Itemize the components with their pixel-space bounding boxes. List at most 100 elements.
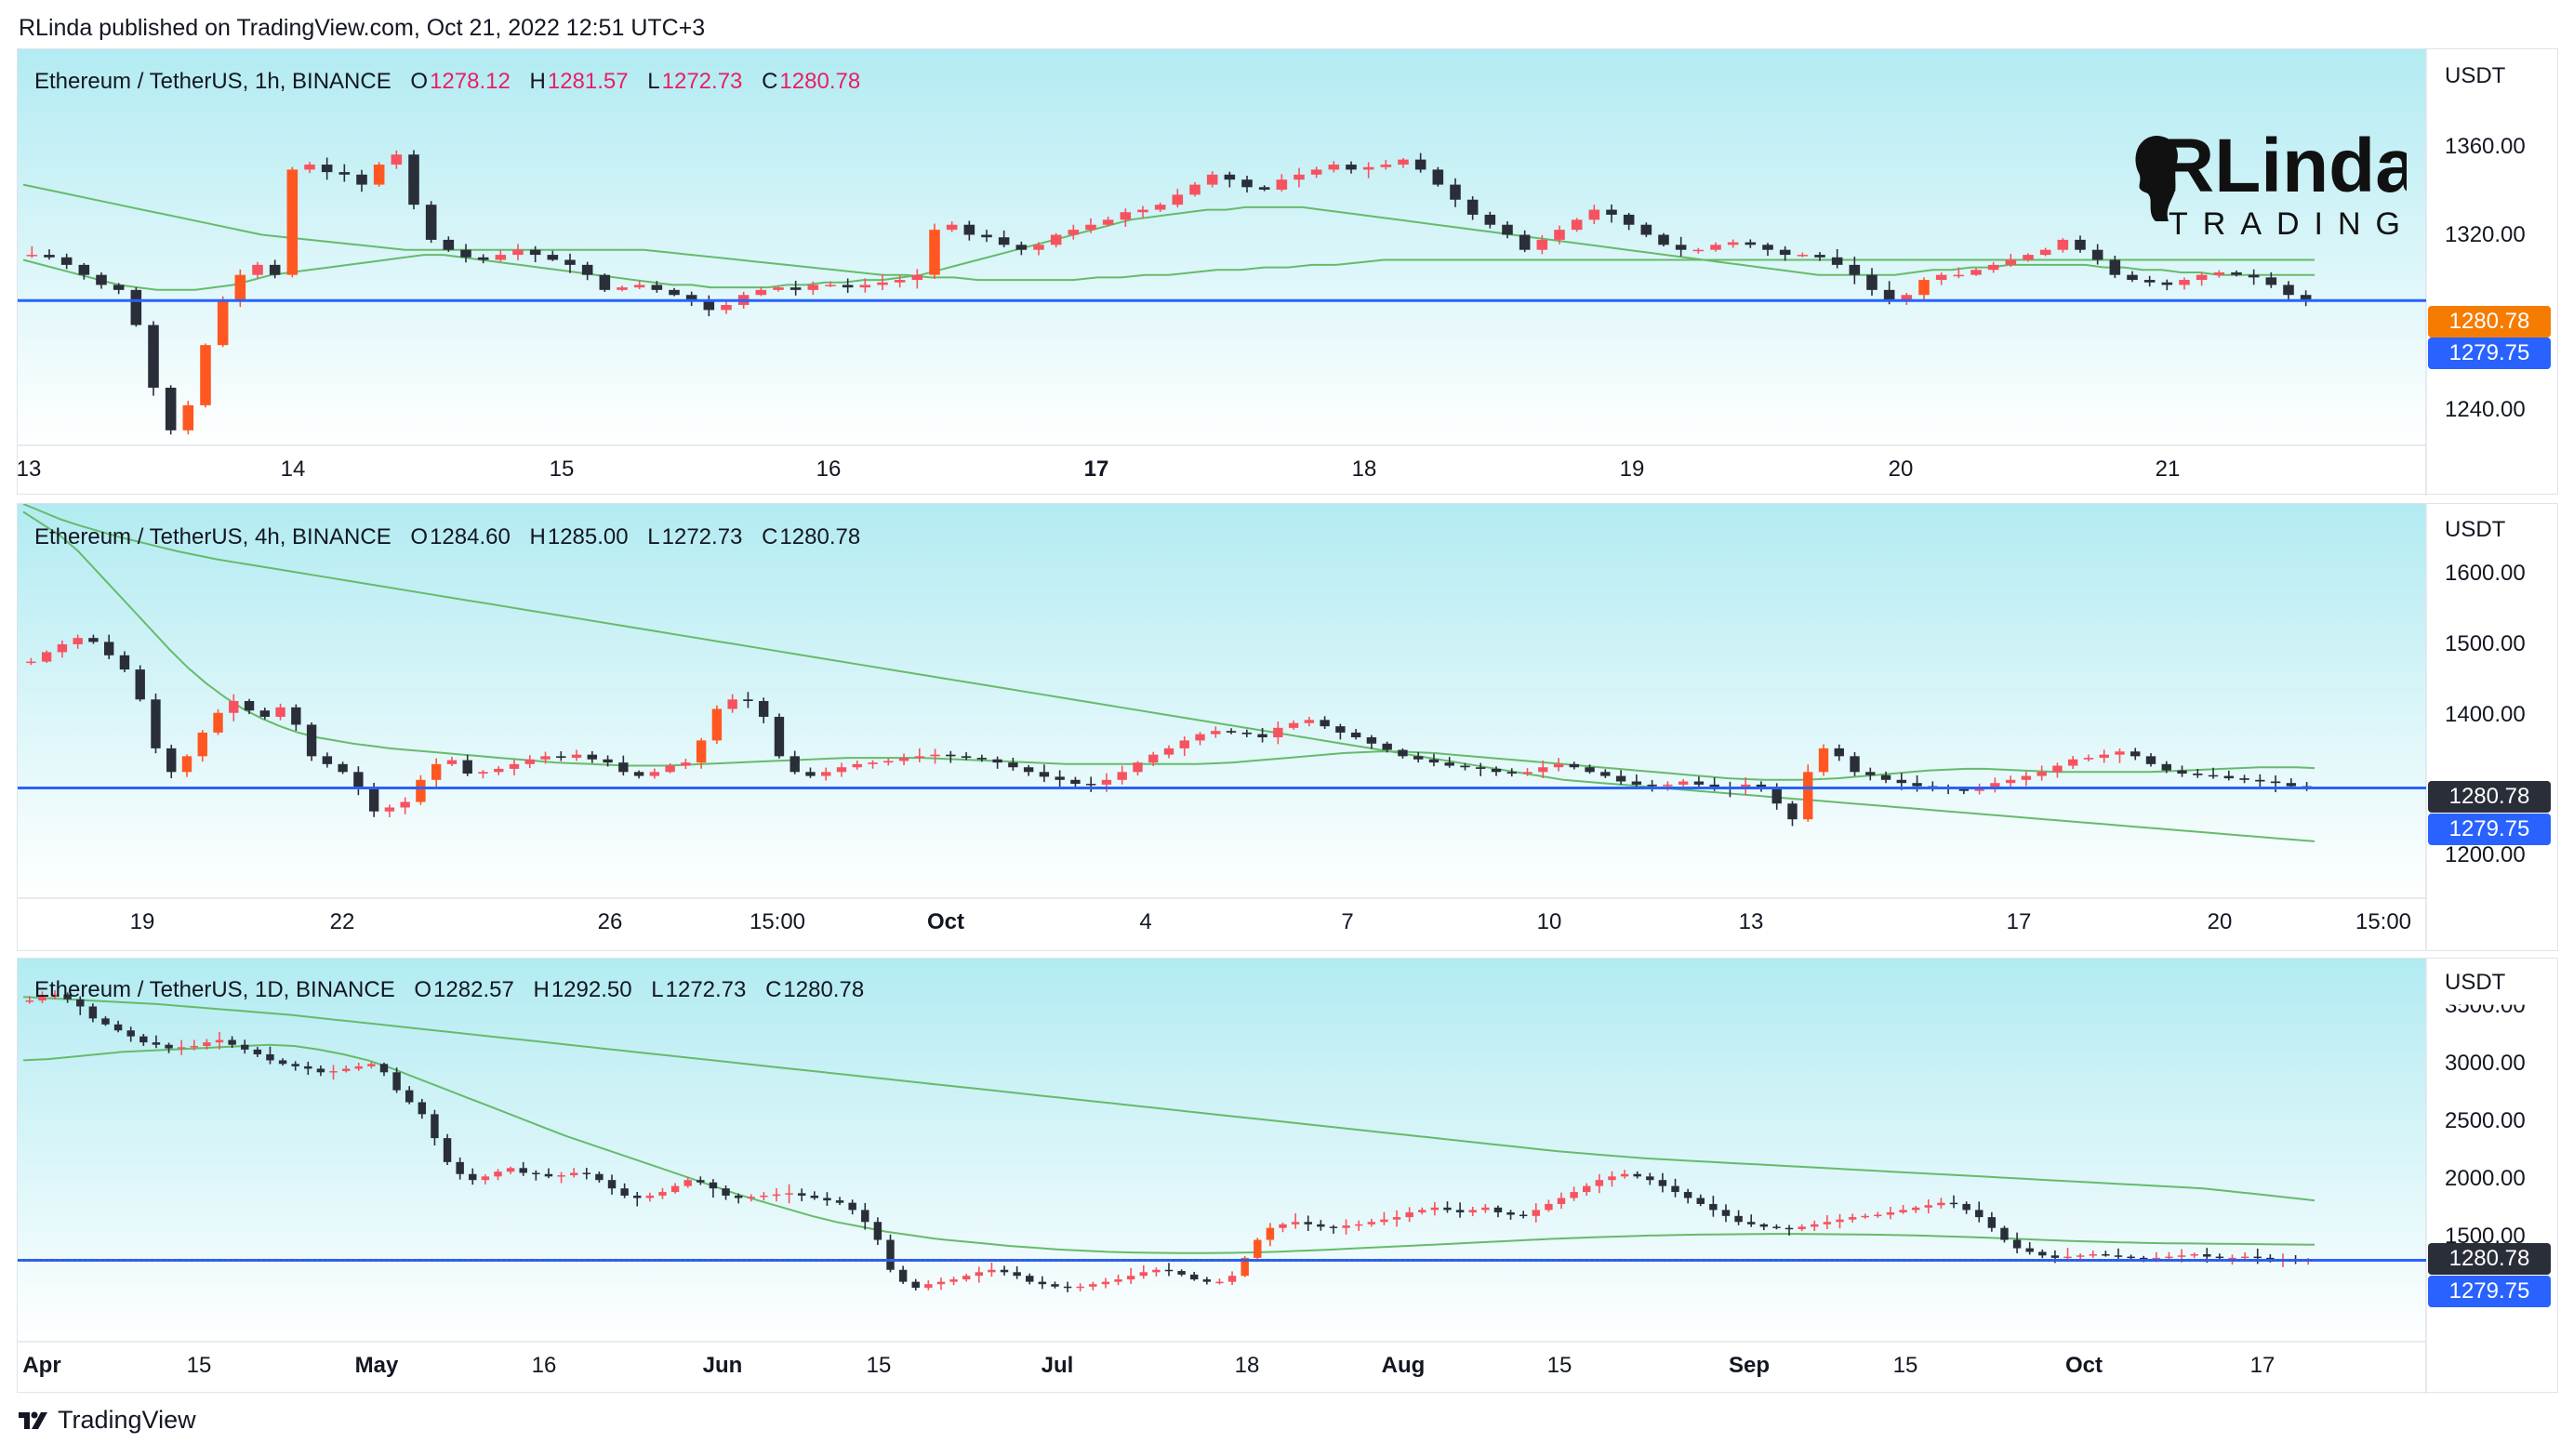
price-chart-1d[interactable] [18,959,2559,1394]
legend-open-value: 1284.60 [430,524,511,549]
level-price-tag: 1279.75 [2428,1276,2551,1307]
y-tick: 1600.00 [2445,561,2526,586]
legend-1h: Ethereum / TetherUS, 1h, BINANCE O1278.1… [34,69,860,95]
x-tick: 18 [1351,457,1377,482]
candle [599,273,611,292]
legend-high-value: 1292.50 [551,977,632,1002]
plot-background [18,504,2426,898]
candle [213,708,223,735]
x-tick: Aug [1381,1353,1426,1378]
x-tick: Sep [1728,1353,1771,1378]
chart-panel-1d[interactable]: Ethereum / TetherUS, 1D, BINANCE O1282.5… [17,958,2559,1394]
legend-high-value: 1281.57 [547,69,629,94]
x-tick: 16 [531,1353,557,1378]
chart-panel-1h[interactable]: Ethereum / TetherUS, 1h, BINANCE O1278.1… [16,48,2559,496]
x-tick: Jul [1041,1353,1074,1378]
x-tick: 15 [866,1353,892,1378]
x-tick: 26 [597,909,623,934]
legend-low-label: L [647,524,660,549]
x-tick: Jun [702,1353,743,1378]
legend-close-label: C [762,69,778,94]
candle [151,693,161,754]
legend-low-label: L [651,977,664,1002]
legend-open-value: 1278.12 [430,69,511,94]
x-tick: Oct [926,909,965,934]
x-tick: 15 [1546,1353,1572,1378]
chart-panel-4h[interactable]: Ethereum / TetherUS, 4h, BINANCE O1284.6… [17,503,2558,951]
candle [408,150,419,210]
x-tick: 15:00 [749,909,806,934]
candle [135,665,145,702]
legend-high-value: 1285.00 [547,524,629,549]
legend-symbol: Ethereum / TetherUS, 1h, BINANCE [34,69,391,94]
x-tick: 4 [1139,909,1152,934]
x-tick: 17 [2006,909,2032,934]
candle [886,1234,895,1273]
price-chart-1h[interactable] [18,49,2559,496]
x-tick: 18 [1234,1353,1260,1378]
candle [217,296,229,348]
legend-low-value: 1272.73 [665,977,747,1002]
candle [41,650,52,664]
price-chart-4h[interactable] [18,504,2559,952]
candle [1658,232,1669,247]
legend-open-label: O [410,69,429,94]
rlinda-logo: RLinda TRADING [2135,125,2407,242]
legend-low-value: 1272.73 [661,524,743,549]
legend-4h: Ethereum / TetherUS, 4h, BINANCE O1284.6… [34,524,860,550]
candle [1803,764,1813,822]
x-tick: 15 [1892,1353,1918,1378]
candle [148,321,159,396]
y-tick: 2000.00 [2445,1166,2526,1191]
last-price-tag: 1280.78 [2428,306,2551,338]
x-tick: 15 [186,1353,212,1378]
plot-background [18,959,2426,1342]
x-tick: 16 [816,457,842,482]
tradingview-brand: TradingView [58,1406,196,1434]
price-axis-unit: USDT [2445,517,2506,542]
legend-open-label: O [414,977,432,1002]
legend-symbol: Ethereum / TetherUS, 4h, BINANCE [34,524,391,549]
candle [774,713,785,759]
x-tick: 13 [16,457,42,482]
tradingview-footer[interactable]: TradingView [19,1406,196,1435]
legend-high-label: H [529,69,546,94]
y-tick: 1320.00 [2445,222,2526,247]
logo-text-main: RLinda [2159,125,2407,208]
level-price-tag: 1279.75 [2428,338,2551,369]
y-tick: 1500.00 [2445,631,2526,656]
x-tick: 20 [1888,457,1914,482]
legend-close-label: C [765,977,782,1002]
legend-close-value: 1280.78 [779,69,861,94]
y-tick: 1400.00 [2445,702,2526,727]
y-tick: 2500.00 [2445,1108,2526,1133]
candle [200,343,211,408]
price-axis-unit: USDT [2445,63,2506,88]
x-tick: Oct [2064,1353,2103,1378]
x-tick: 19 [1619,457,1645,482]
y-tick: 3000.00 [2445,1051,2526,1076]
legend-close-label: C [762,524,778,549]
legend-low-label: L [647,69,660,94]
candle [1432,166,1444,187]
candle [443,1133,452,1166]
x-tick: 15 [549,457,575,482]
candle [373,162,385,187]
level-price-tag: 1279.75 [2428,814,2551,845]
legend-low-value: 1272.73 [661,69,743,94]
x-tick: Apr [22,1353,61,1378]
x-tick: 21 [2155,457,2181,482]
x-tick: 14 [280,457,306,482]
x-tick: 20 [2207,909,2233,934]
candle [1254,1238,1262,1261]
x-tick: 19 [129,909,155,934]
publication-header: RLinda published on TradingView.com, Oct… [19,15,706,41]
legend-open-label: O [410,524,429,549]
legend-open-value: 1282.57 [433,977,514,1002]
candle [1571,218,1583,232]
x-tick: 22 [329,909,355,934]
x-tick: 17 [2249,1353,2275,1378]
legend-high-label: H [529,524,546,549]
logo-text-sub: TRADING [2169,206,2407,242]
x-tick: 13 [1738,909,1764,934]
